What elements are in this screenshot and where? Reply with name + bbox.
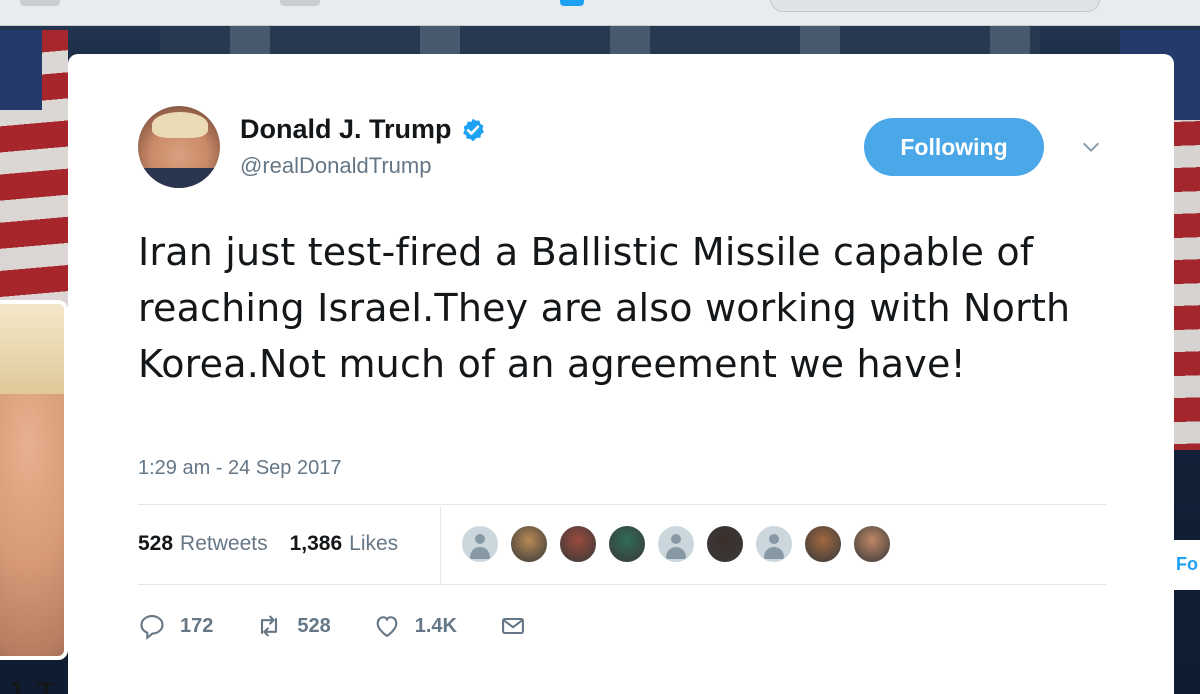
heart-icon bbox=[376, 616, 398, 638]
liker-avatar[interactable] bbox=[607, 524, 647, 564]
likes-count[interactable]: 1,386 bbox=[290, 532, 343, 556]
twitter-bird-icon[interactable] bbox=[560, 0, 584, 6]
liker-avatar[interactable] bbox=[754, 524, 794, 564]
chevron-down-icon[interactable] bbox=[1080, 136, 1102, 158]
profile-name-partial: J. T bbox=[6, 676, 55, 694]
author-handle[interactable]: @realDonaldTrump bbox=[240, 153, 431, 179]
stats-separator bbox=[440, 506, 441, 584]
retweet-action-count: 528 bbox=[297, 614, 331, 637]
liker-avatar[interactable] bbox=[852, 524, 892, 564]
tweet-stats: 528 Retweets 1,386 Likes bbox=[138, 532, 420, 556]
author-display-name[interactable]: Donald J. Trump bbox=[240, 114, 452, 145]
liker-avatar[interactable] bbox=[656, 524, 696, 564]
profile-photo[interactable] bbox=[0, 300, 68, 660]
liker-avatar[interactable] bbox=[460, 524, 500, 564]
banner-lights bbox=[160, 26, 1040, 56]
verified-badge-icon bbox=[462, 118, 484, 141]
divider bbox=[138, 504, 1106, 505]
tweet-timestamp[interactable]: 1:29 am - 24 Sep 2017 bbox=[138, 457, 341, 480]
like-action-count: 1.4K bbox=[414, 614, 457, 637]
toolbar-item bbox=[280, 0, 320, 6]
retweets-label[interactable]: Retweets bbox=[180, 532, 268, 556]
following-button[interactable]: Following bbox=[864, 118, 1044, 176]
tweet-text: Iran just test-fired a Ballistic Missile… bbox=[138, 230, 1071, 386]
search-input[interactable] bbox=[770, 0, 1100, 12]
side-follow-button[interactable]: Fo bbox=[1170, 540, 1200, 590]
retweets-count[interactable]: 528 bbox=[138, 532, 173, 556]
liker-avatar[interactable] bbox=[705, 524, 745, 564]
reply-icon bbox=[140, 615, 164, 640]
liker-avatars bbox=[460, 524, 901, 564]
browser-top-bar bbox=[0, 0, 1200, 26]
tweet-modal: Donald J. Trump @realDonaldTrump Followi… bbox=[68, 54, 1174, 694]
author-avatar[interactable] bbox=[138, 106, 220, 188]
retweet-icon bbox=[261, 615, 278, 637]
direct-message-button[interactable] bbox=[499, 612, 527, 640]
flag-canton-left bbox=[0, 30, 42, 110]
liker-avatar[interactable] bbox=[558, 524, 598, 564]
reply-count: 172 bbox=[180, 614, 214, 637]
side-follow-label: Fo bbox=[1176, 554, 1198, 574]
likes-label[interactable]: Likes bbox=[349, 532, 398, 556]
author-name-row[interactable]: Donald J. Trump bbox=[240, 114, 486, 145]
retweet-button[interactable]: 528 bbox=[255, 612, 331, 640]
reply-button[interactable]: 172 bbox=[138, 612, 213, 640]
toolbar-item bbox=[20, 0, 60, 6]
envelope-icon bbox=[502, 617, 524, 635]
liker-avatar[interactable] bbox=[509, 524, 549, 564]
tweet-actions: 172 528 1.4K bbox=[138, 612, 569, 640]
divider bbox=[138, 584, 1106, 585]
liker-avatar[interactable] bbox=[803, 524, 843, 564]
like-button[interactable]: 1.4K bbox=[373, 612, 457, 640]
